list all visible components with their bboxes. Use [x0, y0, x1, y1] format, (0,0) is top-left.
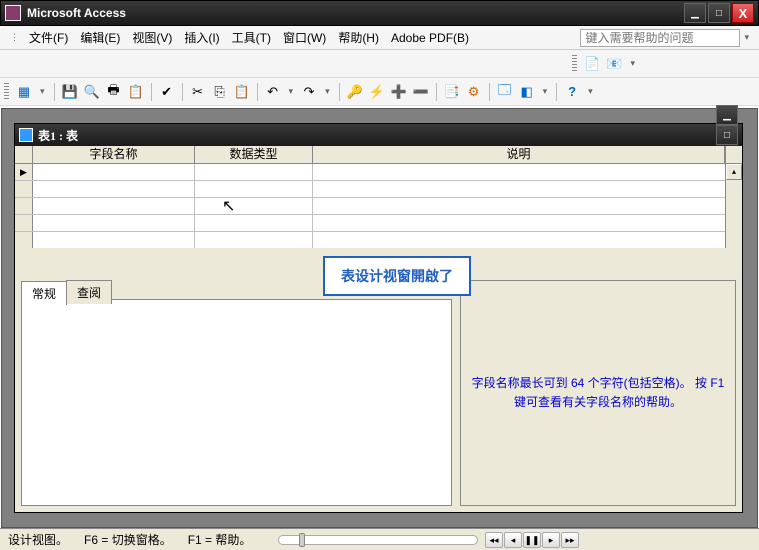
row-selector-header[interactable] [15, 146, 33, 163]
scroll-up-icon[interactable]: ▴ [726, 164, 742, 180]
help-icon[interactable]: ? [562, 82, 582, 102]
status-view-mode: 设计视图。 [8, 531, 68, 548]
media-pause-button[interactable]: ❚❚ [523, 532, 541, 548]
undo-drop-icon[interactable]: ▾ [285, 86, 298, 97]
pdf-mail-icon[interactable]: 📧 [604, 54, 624, 74]
table-icon [19, 128, 33, 142]
standard-toolbar: ▦▾ 💾 🔍 🖶 📋 ✔ ✂ ⎘ 📋 ↶▾ ↷▾ 🔑 ⚡ ➕ ➖ 📑 ⚙ 🗔 ◧… [0, 78, 759, 106]
menu-handle-icon[interactable]: ⋮ [6, 32, 23, 43]
datatype-cell[interactable] [195, 164, 313, 180]
media-back-button[interactable]: ◂ [504, 532, 522, 548]
field-help-text: 字段名称最长可到 64 个字符(包括空格)。 按 F1 键可查看有关字段名称的帮… [471, 374, 725, 412]
mdi-workspace: 表1 : 表 ▁ □ X 字段名称 数据类型 说明 ▴ [1, 108, 758, 528]
properties-tab-strip: 常规 查阅 [21, 280, 111, 304]
redo-drop-icon[interactable]: ▾ [321, 86, 334, 97]
app-title: Microsoft Access [27, 6, 684, 20]
print-preview-icon[interactable]: 📋 [126, 82, 146, 102]
insert-rows-icon[interactable]: ➕ [389, 82, 409, 102]
field-design-grid[interactable]: 字段名称 数据类型 说明 ▴ ↖ [15, 146, 742, 248]
help-search-input[interactable] [580, 29, 740, 47]
view-button[interactable]: ▦ [14, 82, 34, 102]
menubar: ⋮ 文件(F) 编辑(E) 视图(V) 插入(I) 工具(T) 窗口(W) 帮助… [0, 26, 759, 50]
spell-check-icon[interactable]: ✔ [157, 82, 177, 102]
grid-header-row: 字段名称 数据类型 说明 [15, 146, 742, 164]
print-icon[interactable]: 🖶 [104, 82, 124, 102]
pdf-export-icon[interactable]: 📄 [582, 54, 602, 74]
media-controls: ◂◂ ◂ ❚❚ ▸ ▸▸ [278, 532, 579, 548]
database-window-icon[interactable]: 🗔 [495, 82, 515, 102]
tab-lookup[interactable]: 查阅 [66, 280, 112, 304]
build-icon[interactable]: ⚙ [464, 82, 484, 102]
child-maximize-button[interactable]: □ [716, 125, 738, 145]
table-row[interactable] [15, 215, 742, 232]
search-icon[interactable]: 🔍 [82, 82, 102, 102]
grid-vertical-scrollbar[interactable]: ▴ [725, 164, 742, 248]
column-header-description[interactable]: 说明 [313, 146, 725, 163]
menu-window[interactable]: 窗口(W) [277, 27, 332, 48]
menu-file[interactable]: 文件(F) [23, 27, 74, 48]
row-selector[interactable] [15, 232, 33, 248]
field-properties-pane: 常规 查阅 字段名称最长可到 64 个字符(包括空格)。 按 F1 键可查看有关… [15, 274, 742, 512]
media-next-button[interactable]: ▸▸ [561, 532, 579, 548]
general-tab-panel[interactable] [21, 299, 452, 506]
delete-rows-icon[interactable]: ➖ [411, 82, 431, 102]
properties-icon[interactable]: 📑 [442, 82, 462, 102]
media-progress-thumb[interactable] [299, 533, 305, 547]
media-play-button[interactable]: ▸ [542, 532, 560, 548]
menu-view[interactable]: 视图(V) [126, 27, 178, 48]
maximize-button[interactable]: □ [708, 3, 730, 23]
pdf-toolbar: 📄 📧 ▾ [0, 50, 759, 78]
access-app-icon [5, 5, 21, 21]
table-row[interactable] [15, 181, 742, 198]
column-header-datatype[interactable]: 数据类型 [195, 146, 313, 163]
field-help-panel: 字段名称最长可到 64 个字符(包括空格)。 按 F1 键可查看有关字段名称的帮… [460, 280, 736, 506]
help-search-drop-icon[interactable]: ▾ [740, 32, 753, 43]
new-object-drop-icon[interactable]: ▾ [539, 86, 552, 97]
toolbar-handle-icon[interactable] [4, 83, 9, 101]
app-titlebar: Microsoft Access ▁ □ X [0, 0, 759, 26]
status-f6-hint: F6 = 切换窗格。 [84, 531, 172, 548]
pdf-toolbar-drop-icon[interactable]: ▾ [626, 58, 639, 69]
help-drop-icon[interactable]: ▾ [584, 86, 597, 97]
view-drop-icon[interactable]: ▾ [36, 86, 49, 97]
tutorial-callout: 表设计视窗開啟了 [323, 256, 471, 296]
menu-edit[interactable]: 编辑(E) [74, 27, 126, 48]
fieldname-cell[interactable] [33, 164, 195, 180]
row-selector[interactable] [15, 198, 33, 214]
copy-icon[interactable]: ⎘ [210, 82, 230, 102]
table-row[interactable] [15, 232, 742, 248]
redo-icon[interactable]: ↷ [299, 82, 319, 102]
primary-key-icon[interactable]: 🔑 [345, 82, 365, 102]
tab-general[interactable]: 常规 [21, 281, 67, 305]
row-selector[interactable] [15, 181, 33, 197]
menu-insert[interactable]: 插入(I) [178, 27, 225, 48]
menu-help[interactable]: 帮助(H) [332, 27, 385, 48]
status-f1-hint: F1 = 帮助。 [188, 531, 252, 548]
row-selector[interactable] [15, 164, 33, 180]
menu-adobe-pdf[interactable]: Adobe PDF(B) [385, 29, 475, 47]
media-progress-track[interactable] [278, 535, 478, 545]
minimize-button[interactable]: ▁ [684, 3, 706, 23]
paste-icon[interactable]: 📋 [232, 82, 252, 102]
indexes-icon[interactable]: ⚡ [367, 82, 387, 102]
undo-icon[interactable]: ↶ [263, 82, 283, 102]
close-button[interactable]: X [732, 3, 754, 23]
cut-icon[interactable]: ✂ [188, 82, 208, 102]
child-titlebar: 表1 : 表 ▁ □ X [15, 124, 742, 146]
media-prev-button[interactable]: ◂◂ [485, 532, 503, 548]
child-minimize-button[interactable]: ▁ [716, 105, 738, 125]
column-header-fieldname[interactable]: 字段名称 [33, 146, 195, 163]
child-window-title: 表1 : 表 [38, 127, 716, 144]
new-object-icon[interactable]: ◧ [517, 82, 537, 102]
description-cell[interactable] [313, 164, 742, 180]
grid-scroll-corner [725, 146, 742, 163]
statusbar: 设计视图。 F6 = 切换窗格。 F1 = 帮助。 ◂◂ ◂ ❚❚ ▸ ▸▸ [0, 528, 759, 550]
table-row[interactable] [15, 164, 742, 181]
row-selector[interactable] [15, 215, 33, 231]
table-design-window: 表1 : 表 ▁ □ X 字段名称 数据类型 说明 ▴ [14, 123, 743, 513]
toolbar-handle-icon[interactable] [572, 55, 577, 73]
table-row[interactable] [15, 198, 742, 215]
menu-tools[interactable]: 工具(T) [226, 27, 277, 48]
save-icon[interactable]: 💾 [60, 82, 80, 102]
